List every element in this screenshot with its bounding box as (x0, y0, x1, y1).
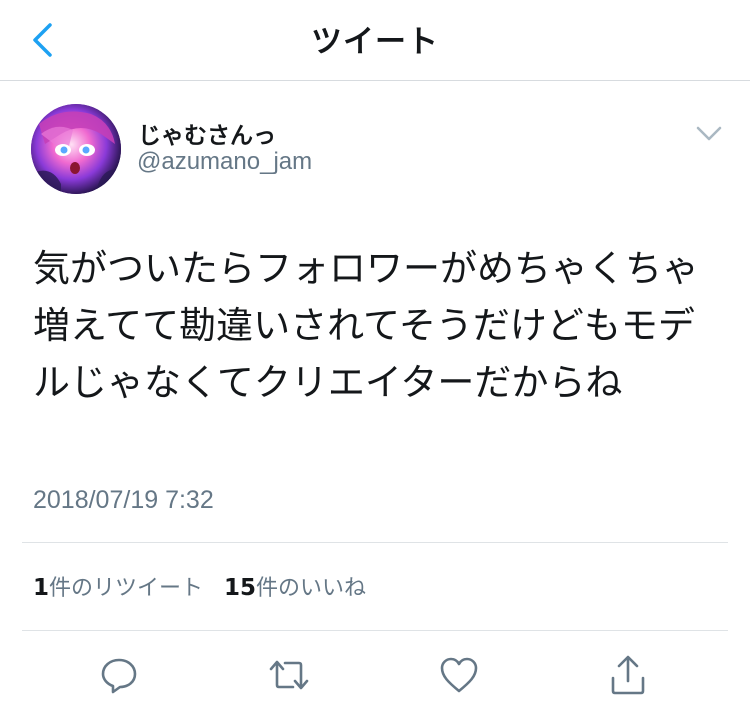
tweet-text: 気がついたらフォロワーがめちゃくちゃ増えてて勘違いされてそうだけどもモデルじゃな… (33, 247, 699, 404)
reply-button[interactable] (94, 650, 144, 700)
like-button[interactable] (434, 650, 484, 700)
tweet-timestamp: 2018/07/19 7:32 (33, 486, 214, 514)
tweet-stats: 1件のリツイート 15件のいいね (33, 570, 366, 602)
retweet-count: 1 (33, 575, 50, 601)
avatar-image (31, 104, 121, 194)
retweet-count-label: 件のリツイート (49, 576, 204, 601)
tweet-actions (0, 650, 750, 704)
tweet-menu-button[interactable] (694, 122, 724, 146)
divider (22, 542, 728, 543)
author-display-name[interactable]: じゃむさんっ (138, 116, 276, 150)
heart-icon (440, 657, 478, 693)
retweet-button[interactable] (264, 650, 314, 700)
divider (22, 630, 728, 631)
like-count: 15 (224, 575, 257, 601)
like-count-label: 件のいいね (256, 576, 367, 601)
retweet-icon (269, 660, 309, 690)
navigation-bar: ツイート (0, 0, 750, 81)
author-handle[interactable]: @azumano_jam (137, 148, 312, 176)
share-button[interactable] (603, 650, 653, 700)
share-icon (611, 655, 645, 695)
chevron-down-icon (696, 126, 722, 141)
avatar[interactable] (31, 104, 121, 194)
like-count-link[interactable]: 15件のいいね (224, 575, 367, 601)
reply-icon (101, 658, 137, 694)
retweet-count-link[interactable]: 1件のリツイート (33, 575, 204, 601)
page-title: ツイート (311, 24, 439, 60)
